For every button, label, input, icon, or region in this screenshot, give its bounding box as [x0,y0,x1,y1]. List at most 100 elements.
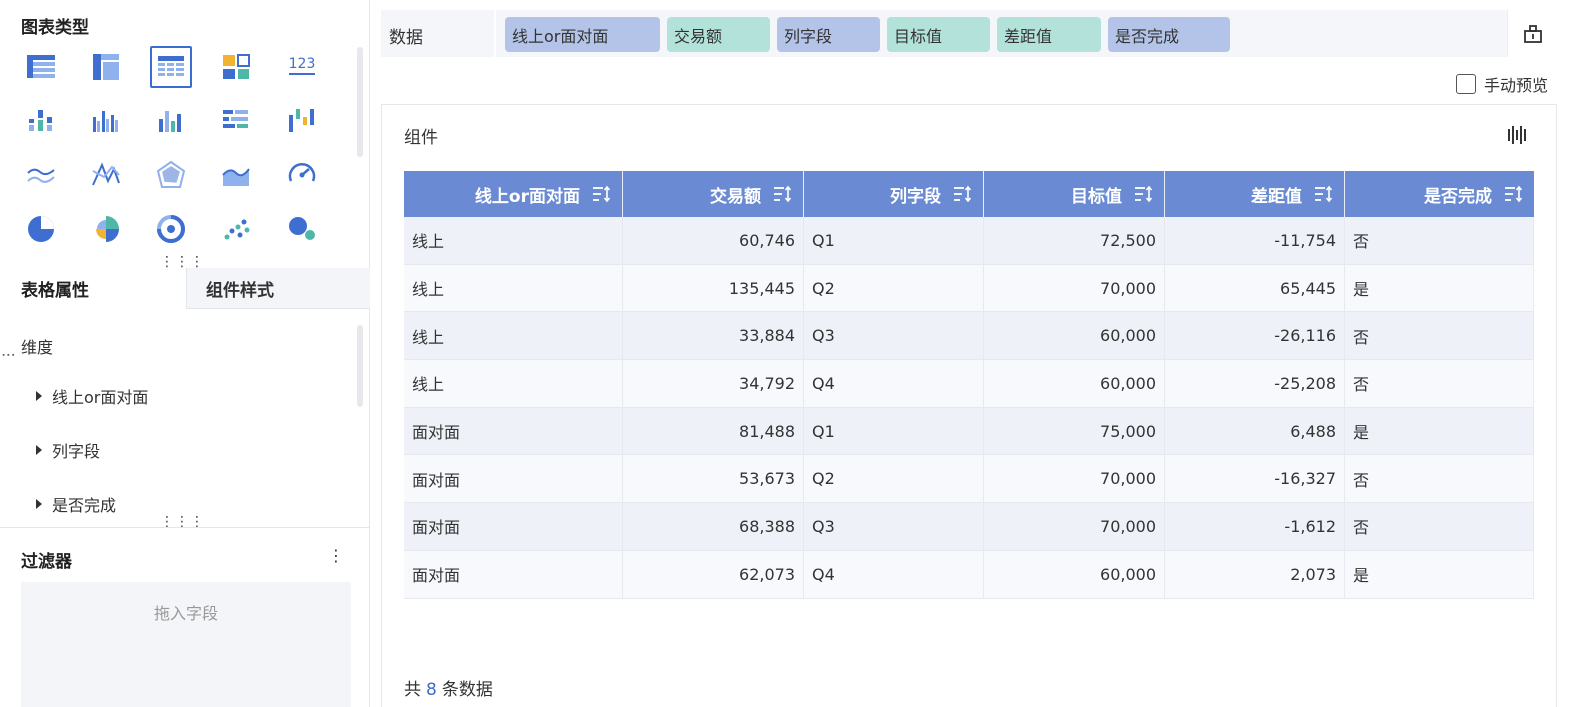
table-row[interactable]: 线上 33,884 Q3 60,000 -26,116 否 [404,312,1534,361]
table-row[interactable]: 线上 135,445 Q2 70,000 65,445 是 [404,264,1534,313]
table-cell: Q4 [804,360,984,407]
number-card-icon[interactable]: 123 [281,46,323,88]
field-pill[interactable]: 线上or面对面 [505,17,660,52]
field-pill[interactable]: 交易额 [667,17,770,52]
multi-line-icon[interactable] [85,154,127,196]
table-icon[interactable] [20,46,62,88]
stacked-bar-icon[interactable] [20,100,62,142]
tab-component-style[interactable]: 组件样式 [186,268,370,309]
table-row[interactable]: 面对面 62,073 Q4 60,000 2,073 是 [404,550,1534,599]
card-grid-icon[interactable] [215,46,257,88]
table-cell: 75,000 [984,407,1165,455]
side-resize-grip[interactable]: ⋮ [0,348,16,363]
sort-icon[interactable] [953,185,973,203]
area-chart-icon[interactable] [215,154,257,196]
bubble-icon[interactable] [281,208,323,250]
properties-scrollbar[interactable] [357,325,363,407]
column-header[interactable]: 列字段 [804,171,984,217]
field-pill[interactable]: 差距值 [997,17,1101,52]
total-number: 8 [426,680,437,700]
chart-types-scrollbar[interactable] [357,47,363,157]
column-chart-icon[interactable] [150,100,192,142]
table-cell: 70,000 [984,455,1165,503]
table-cell: Q3 [804,503,984,550]
sort-icon[interactable] [592,185,612,203]
column-header[interactable]: 目标值 [984,171,1165,217]
field-pill[interactable]: 是否完成 [1108,17,1230,52]
column-header[interactable]: 交易额 [623,171,804,217]
filter-title: 过滤器 [21,552,72,572]
table-cell: 是 [1345,407,1534,455]
table-row[interactable]: 线上 60,746 Q1 72,500 -11,754 否 [404,217,1534,265]
data-label: 数据 [389,28,423,48]
data-table: 线上or面对面 交易额 列字段 目标值 差距值 是否完成 线上 60,746 Q… [404,171,1534,599]
card-grid-icon-glyph [223,54,250,79]
more-options-icon[interactable]: ⋮ [328,546,344,565]
column-header[interactable]: 差距值 [1165,171,1345,217]
radar-icon[interactable] [150,154,192,196]
waterfall-icon[interactable] [281,100,323,142]
table-cell: 62,073 [623,550,804,598]
dimension-item-label: 列字段 [52,442,101,461]
detail-table-icon[interactable] [150,46,192,88]
resize-grip[interactable]: ⋮⋮⋮ [160,255,205,269]
table-row[interactable]: 面对面 68,388 Q3 70,000 -1,612 否 [404,503,1534,551]
table-cell: 60,000 [984,550,1165,598]
ring-chart-icon[interactable] [150,208,192,250]
table-row[interactable]: 线上 34,792 Q4 60,000 -25,208 否 [404,360,1534,408]
sort-icon[interactable] [1134,185,1154,203]
column-header[interactable]: 是否完成 [1345,171,1534,217]
table-cell: 33,884 [623,312,804,360]
table-cell: 72,500 [984,217,1165,264]
resize-grip[interactable]: ⋮⋮⋮ [160,515,205,529]
total-count: 共 8 条数据 [404,675,493,700]
pie-chart-icon[interactable] [20,208,62,250]
table-row[interactable]: 面对面 53,673 Q2 70,000 -16,327 否 [404,455,1534,504]
dimension-item[interactable]: 列字段 [36,438,100,462]
table-cell: 面对面 [404,503,623,550]
table-cell: Q3 [804,312,984,360]
sort-icon[interactable] [1504,185,1524,203]
column-settings-icon[interactable] [1507,126,1527,144]
area-chart-icon-glyph [222,168,250,186]
cross-table-icon[interactable] [85,46,127,88]
cross-table-icon-glyph [93,54,119,80]
table-row[interactable]: 面对面 81,488 Q1 75,000 6,488 是 [404,407,1534,456]
table-cell: Q2 [804,264,984,312]
scatter-icon[interactable] [215,208,257,250]
horizontal-bar-icon[interactable] [215,100,257,142]
table-cell: 否 [1345,312,1534,360]
chart-types-title: 图表类型 [21,18,89,38]
gauge-icon[interactable] [281,154,323,196]
table-cell: 6,488 [1165,407,1345,455]
table-cell: -11,754 [1165,217,1345,264]
filter-drop-zone[interactable]: 拖入字段 [21,582,351,707]
manual-preview-checkbox[interactable] [1456,74,1476,94]
dimension-label: 维度 [21,338,54,357]
dimension-item-label: 是否完成 [52,496,117,515]
sort-icon[interactable] [773,185,793,203]
sort-icon[interactable] [1314,185,1334,203]
radar-icon-glyph [156,160,186,188]
table-cell: 面对面 [404,455,623,503]
table-cell: Q1 [804,407,984,455]
dimension-item[interactable]: 是否完成 [36,492,116,516]
field-pill[interactable]: 列字段 [777,17,880,52]
line-chart-icon[interactable] [20,154,62,196]
table-cell: 面对面 [404,407,623,455]
column-header-label: 目标值 [1071,186,1122,207]
dimension-item[interactable]: 线上or面对面 [36,384,148,408]
manual-preview-toggle[interactable]: 手动预览 [1456,72,1548,96]
table-cell: 135,445 [623,264,804,312]
grouped-column-icon[interactable] [85,100,127,142]
table-cell: 60,746 [623,217,804,264]
column-header[interactable]: 线上or面对面 [404,171,623,217]
expand-icon[interactable] [1523,24,1543,44]
table-cell: 2,073 [1165,550,1345,598]
field-pill[interactable]: 目标值 [887,17,990,52]
table-cell: Q1 [804,217,984,264]
tab-table-properties[interactable]: 表格属性 [0,268,186,309]
rose-chart-icon[interactable] [85,208,127,250]
scatter-icon-glyph [224,219,250,240]
column-chart-icon-glyph [159,111,181,132]
